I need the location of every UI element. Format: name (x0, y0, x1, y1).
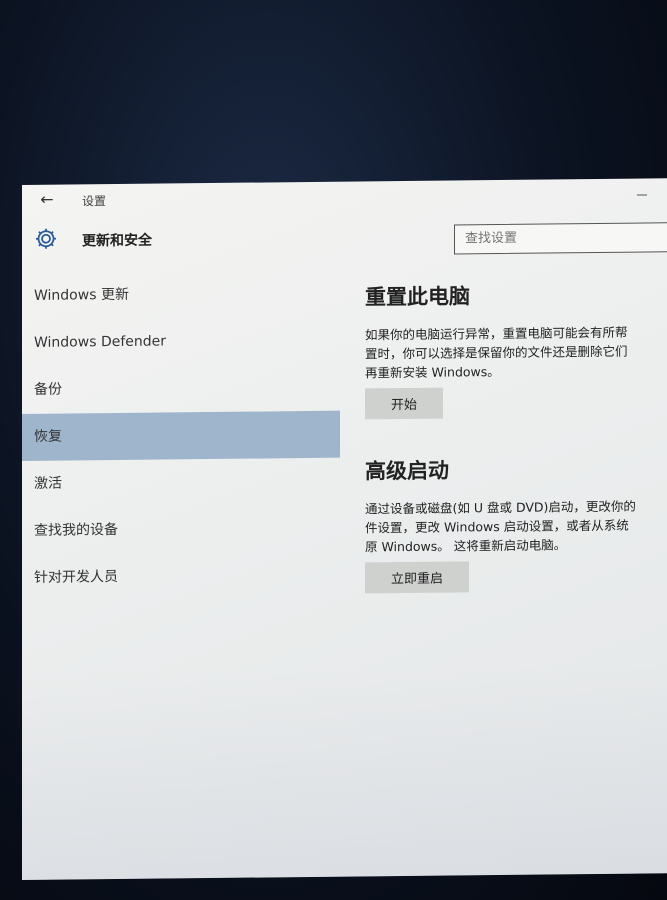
reset-description-line: 再重新安装 Windows。 (365, 363, 500, 381)
search-box[interactable] (454, 222, 667, 255)
gear-icon (36, 228, 56, 249)
sidebar-item-for-developers[interactable]: 针对开发人员 (22, 552, 340, 602)
settings-window: ← 设置 更新和安全 Windows 更新 Windows Defender 备… (22, 178, 667, 880)
advanced-startup-title: 高级启动 (365, 458, 449, 484)
sidebar-item-activation[interactable]: 激活 (22, 458, 340, 508)
sidebar-item-backup[interactable]: 备份 (22, 364, 340, 414)
reset-section: 重置此电脑 如果你的电脑运行异常，重置电脑可能会有所帮 置时，你可以选择是保留你… (365, 278, 667, 420)
back-button[interactable]: ← (36, 190, 58, 210)
minimize-button[interactable] (635, 184, 649, 198)
title-bar: ← 设置 (22, 178, 667, 215)
restart-now-button[interactable]: 立即重启 (365, 561, 470, 594)
advanced-startup-section: 高级启动 通过设备或磁盘(如 U 盘或 DVD)启动，更改你的 件设置，更改 W… (365, 452, 667, 594)
advanced-description-line: 件设置，更改 Windows 启动设置，或者从系统 (365, 517, 629, 536)
sidebar-item-recovery[interactable]: 恢复 (22, 410, 340, 461)
page-title: 更新和安全 (82, 232, 152, 250)
window-title: 设置 (82, 194, 107, 209)
advanced-description-line: 原 Windows。 这将重新启动电脑。 (365, 537, 567, 555)
main-content: 重置此电脑 如果你的电脑运行异常，重置电脑可能会有所帮 置时，你可以选择是保留你… (365, 278, 667, 629)
reset-start-button[interactable]: 开始 (365, 387, 444, 420)
sidebar-item-windows-update[interactable]: Windows 更新 (22, 270, 340, 320)
sidebar-item-find-my-device[interactable]: 查找我的设备 (22, 505, 340, 555)
search-input[interactable] (463, 228, 657, 248)
reset-description-line: 置时，你可以选择是保留你的文件还是删除它们 (365, 343, 628, 362)
sidebar: Windows 更新 Windows Defender 备份 恢复 激活 查找我… (22, 270, 340, 602)
reset-title: 重置此电脑 (365, 284, 470, 310)
sidebar-item-windows-defender[interactable]: Windows Defender (22, 317, 340, 367)
